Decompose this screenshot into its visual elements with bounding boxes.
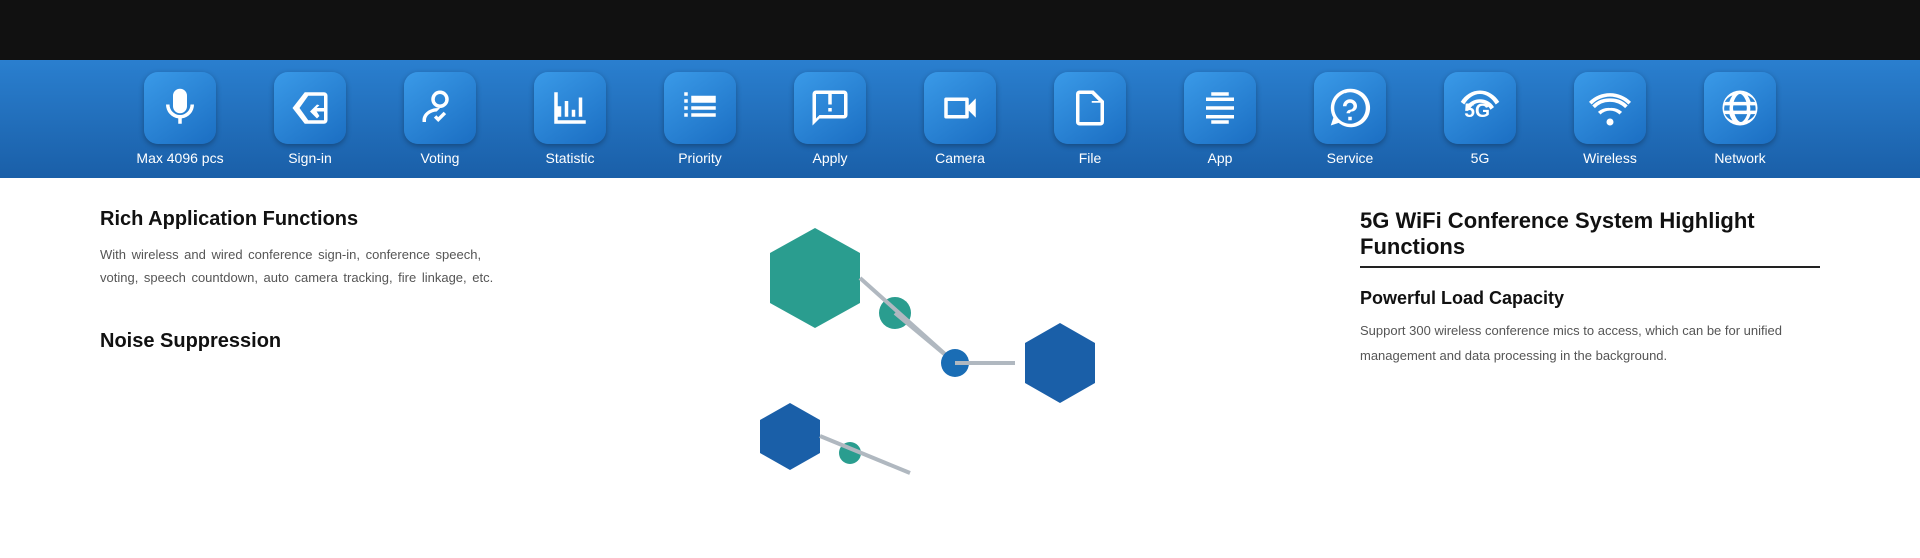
statistic-icon xyxy=(549,87,591,129)
nav-item-camera[interactable]: Camera xyxy=(915,72,1005,166)
network-icon xyxy=(1719,87,1761,129)
nav-item-apply[interactable]: Apply xyxy=(785,72,875,166)
app-icon-box xyxy=(1184,72,1256,144)
main-content: Rich Application Functions With wireless… xyxy=(0,178,1920,488)
powerful-load-body: Support 300 wireless conference mics to … xyxy=(1360,319,1820,368)
nav-label-app: App xyxy=(1208,150,1233,166)
nav-item-app[interactable]: App xyxy=(1175,72,1265,166)
nav-label-voting: Voting xyxy=(421,150,460,166)
nav-label-signin: Sign-in xyxy=(288,150,332,166)
hex-teal-large xyxy=(770,228,860,328)
5g-icon: 5G xyxy=(1459,87,1501,129)
app-icon xyxy=(1199,87,1241,129)
diagram-section xyxy=(520,208,1320,488)
left-section: Rich Application Functions With wireless… xyxy=(100,208,520,488)
top-banner xyxy=(0,0,1920,60)
nav-item-wireless[interactable]: Wireless xyxy=(1565,72,1655,166)
network-icon-box xyxy=(1704,72,1776,144)
priority-icon-box xyxy=(664,72,736,144)
nav-item-voting[interactable]: Voting xyxy=(395,72,485,166)
nav-label-apply: Apply xyxy=(812,150,847,166)
line-lower xyxy=(820,436,910,473)
file-icon xyxy=(1069,87,1111,129)
nav-label-statistic: Statistic xyxy=(545,150,594,166)
nav-label-priority: Priority xyxy=(678,150,722,166)
apply-icon xyxy=(809,87,851,129)
service-icon-box xyxy=(1314,72,1386,144)
nav-item-max4096[interactable]: Max 4096 pcs xyxy=(135,72,225,166)
noise-suppression-title: Noise Suppression xyxy=(100,330,520,353)
voting-icon xyxy=(419,87,461,129)
hexagon-diagram xyxy=(730,208,1110,488)
nav-label-service: Service xyxy=(1327,150,1374,166)
signin-icon-box xyxy=(274,72,346,144)
nav-item-statistic[interactable]: Statistic xyxy=(525,72,615,166)
wireless-icon-box xyxy=(1574,72,1646,144)
service-icon xyxy=(1329,87,1371,129)
priority-icon xyxy=(679,87,721,129)
nav-item-network[interactable]: Network xyxy=(1695,72,1785,166)
mic-icon-box xyxy=(144,72,216,144)
hex-blue-large xyxy=(1025,323,1095,403)
nav-label-wireless: Wireless xyxy=(1583,150,1637,166)
wireless-icon xyxy=(1589,87,1631,129)
nav-label-5g: 5G xyxy=(1471,150,1490,166)
nav-label-camera: Camera xyxy=(935,150,985,166)
nav-label-network: Network xyxy=(1714,150,1765,166)
nav-item-service[interactable]: Service xyxy=(1305,72,1395,166)
statistic-icon-box xyxy=(534,72,606,144)
nav-label-max4096: Max 4096 pcs xyxy=(136,150,223,166)
hex-blue-small xyxy=(760,403,820,470)
powerful-load-title: Powerful Load Capacity xyxy=(1360,288,1820,309)
file-icon-box xyxy=(1054,72,1126,144)
nav-label-file: File xyxy=(1079,150,1102,166)
nav-item-5g[interactable]: 5G 5G xyxy=(1435,72,1525,166)
mic-icon xyxy=(159,87,201,129)
camera-icon xyxy=(939,87,981,129)
icon-bar: Max 4096 pcs Sign-in Voting Statistic xyxy=(0,60,1920,178)
camera-icon-box xyxy=(924,72,996,144)
nav-item-signin[interactable]: Sign-in xyxy=(265,72,355,166)
nav-item-file[interactable]: File xyxy=(1045,72,1135,166)
nav-item-priority[interactable]: Priority xyxy=(655,72,745,166)
apply-icon-box xyxy=(794,72,866,144)
highlight-title: 5G WiFi Conference System Highlight Func… xyxy=(1360,208,1820,268)
voting-icon-box xyxy=(404,72,476,144)
5g-icon-box: 5G xyxy=(1444,72,1516,144)
signin-icon xyxy=(289,87,331,129)
rich-functions-title: Rich Application Functions xyxy=(100,208,520,231)
rich-functions-body: With wireless and wired conference sign-… xyxy=(100,243,520,290)
right-section: 5G WiFi Conference System Highlight Func… xyxy=(1320,208,1820,488)
diagram-svg xyxy=(730,208,1110,488)
